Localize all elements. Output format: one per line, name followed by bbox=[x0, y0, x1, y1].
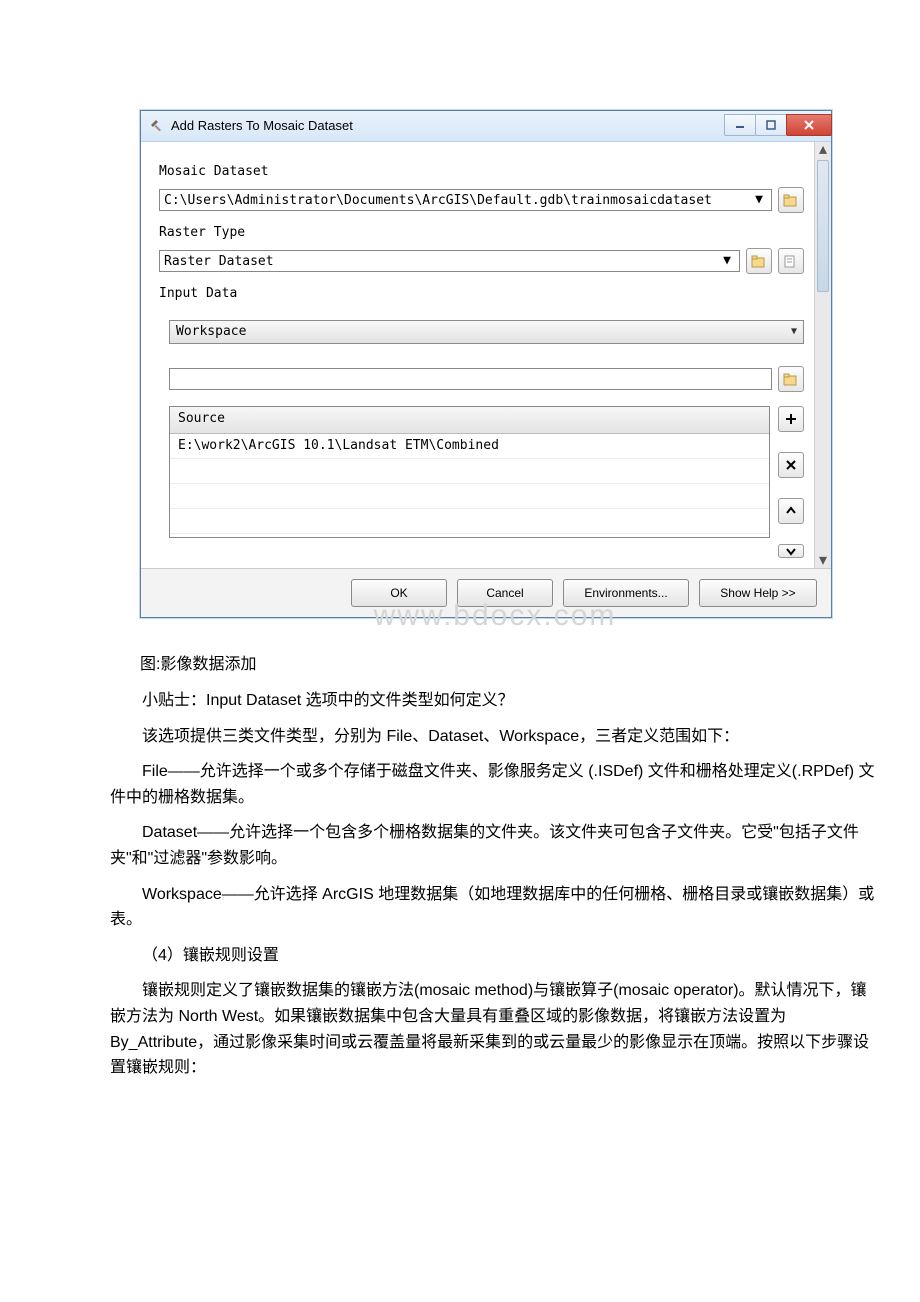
source-list[interactable]: Source E:\work2\ArcGIS 10.1\Landsat ETM\… bbox=[169, 406, 770, 538]
raster-type-label: Raster Type bbox=[159, 223, 804, 244]
paragraph: Workspace——允许选择 ArcGIS 地理数据集（如地理数据库中的任何栅… bbox=[110, 882, 880, 933]
move-up-button[interactable] bbox=[778, 498, 804, 524]
document-body: 图:影像数据添加 小贴士：Input Dataset 选项中的文件类型如何定义？… bbox=[110, 652, 880, 1080]
path-input[interactable] bbox=[169, 368, 772, 390]
paragraph: 镶嵌规则定义了镶嵌数据集的镶嵌方法(mosaic method)与镶嵌算子(mo… bbox=[110, 978, 880, 1080]
input-data-label: Input Data bbox=[159, 284, 804, 305]
minimize-button[interactable] bbox=[724, 114, 756, 136]
list-item bbox=[170, 459, 769, 484]
maximize-button[interactable] bbox=[755, 114, 787, 136]
hammer-icon bbox=[149, 118, 165, 134]
input-data-type-combo[interactable]: Workspace ▼ bbox=[169, 320, 804, 344]
source-header: Source bbox=[170, 407, 769, 434]
chevron-down-icon: ▼ bbox=[791, 324, 797, 340]
watermark-text: www.bdocx.com bbox=[110, 592, 880, 640]
raster-type-input[interactable]: Raster Dataset bbox=[164, 252, 719, 270]
scroll-up-icon[interactable]: ▴ bbox=[815, 142, 831, 158]
paragraph: 该选项提供三类文件类型，分别为 File、Dataset、Workspace，三… bbox=[110, 724, 880, 750]
list-item[interactable]: E:\work2\ArcGIS 10.1\Landsat ETM\Combine… bbox=[170, 434, 769, 459]
paragraph: 小贴士：Input Dataset 选项中的文件类型如何定义？ bbox=[110, 688, 880, 714]
chevron-down-icon[interactable]: ▼ bbox=[751, 190, 767, 210]
input-data-type-value: Workspace bbox=[176, 322, 791, 343]
figure-caption: 图:影像数据添加 bbox=[140, 652, 880, 678]
scrollbar-thumb[interactable] bbox=[817, 160, 829, 292]
mosaic-dataset-input[interactable]: C:\Users\Administrator\Documents\ArcGIS\… bbox=[164, 191, 751, 209]
browse-button[interactable] bbox=[778, 187, 804, 213]
paragraph: （4）镶嵌规则设置 bbox=[110, 943, 880, 969]
paragraph: Dataset——允许选择一个包含多个栅格数据集的文件夹。该文件夹可包含子文件夹… bbox=[110, 820, 880, 871]
properties-button[interactable] bbox=[778, 248, 804, 274]
titlebar[interactable]: Add Rasters To Mosaic Dataset bbox=[141, 111, 831, 142]
paragraph: File——允许选择一个或多个存储于磁盘文件夹、影像服务定义 (.ISDef) … bbox=[110, 759, 880, 810]
remove-button[interactable] bbox=[778, 452, 804, 478]
move-down-button[interactable] bbox=[778, 544, 804, 558]
mosaic-dataset-label: Mosaic Dataset bbox=[159, 162, 804, 183]
browse-button[interactable] bbox=[746, 248, 772, 274]
dialog-title: Add Rasters To Mosaic Dataset bbox=[171, 116, 724, 137]
dialog-window: Add Rasters To Mosaic Dataset Mosaic Dat… bbox=[140, 110, 832, 618]
browse-button[interactable] bbox=[778, 366, 804, 392]
chevron-down-icon[interactable]: ▼ bbox=[719, 251, 735, 271]
close-button[interactable] bbox=[786, 114, 832, 136]
list-item bbox=[170, 484, 769, 509]
list-item bbox=[170, 509, 769, 534]
add-button[interactable] bbox=[778, 406, 804, 432]
vertical-scrollbar[interactable]: ▴ ▾ bbox=[814, 142, 831, 568]
scroll-down-icon[interactable]: ▾ bbox=[815, 552, 831, 568]
